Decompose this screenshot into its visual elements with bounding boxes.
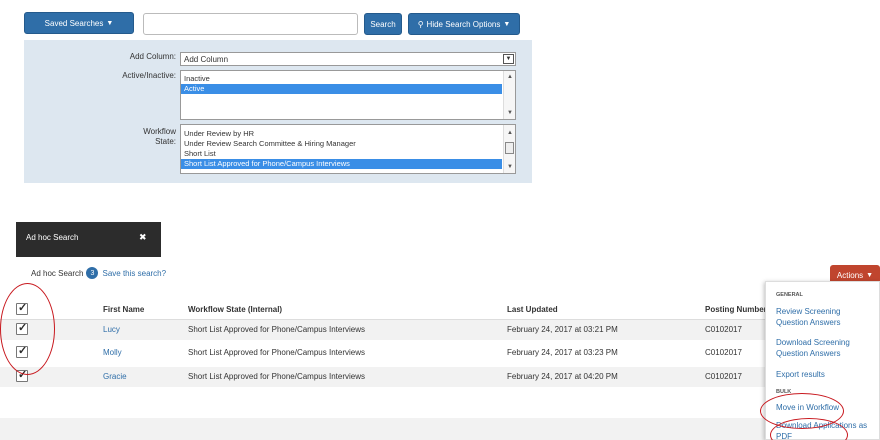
hide-search-options-button[interactable]: ⚲ Hide Search Options ▼ bbox=[408, 13, 520, 35]
annotation-circle-checkboxes bbox=[0, 283, 55, 375]
option-under-review-committee[interactable]: Under Review Search Committee & Hiring M… bbox=[181, 139, 502, 149]
first-name-link[interactable]: Molly bbox=[103, 343, 122, 363]
scroll-up-icon[interactable]: ▲ bbox=[504, 74, 516, 80]
option-short-list[interactable]: Short List bbox=[181, 149, 502, 159]
actions-label: Actions bbox=[836, 270, 864, 280]
option-active[interactable]: Active bbox=[181, 84, 502, 94]
menu-item-line: Question Answers bbox=[776, 318, 841, 327]
workflow-state-listbox[interactable]: Under Review by HR Under Review Search C… bbox=[180, 124, 516, 174]
column-header-posting-number[interactable]: Posting Number bbox=[705, 300, 767, 320]
workflow-state-cell: Short List Approved for Phone/Campus Int… bbox=[188, 348, 365, 357]
listbox-scrollbar[interactable]: ▲ ▼ bbox=[503, 125, 515, 173]
workflow-state-cell: Short List Approved for Phone/Campus Int… bbox=[188, 325, 365, 334]
scroll-down-icon[interactable]: ▼ bbox=[504, 164, 516, 170]
menu-item-download-screening[interactable]: Download Screening Question Answers bbox=[776, 337, 850, 359]
active-inactive-listbox[interactable]: Inactive Active ▲ ▼ bbox=[180, 70, 516, 120]
save-search-link[interactable]: Save this search? bbox=[102, 269, 166, 278]
search-button[interactable]: Search bbox=[364, 13, 402, 35]
page-footer-band bbox=[0, 418, 880, 440]
results-count-badge: 3 bbox=[86, 267, 99, 279]
table-row: ✓ Gracie Short List Approved for Phone/C… bbox=[0, 367, 880, 387]
last-updated-cell: February 24, 2017 at 04:20 PM bbox=[507, 372, 618, 381]
column-header-first-name[interactable]: First Name bbox=[103, 300, 144, 320]
saved-searches-button[interactable]: Saved Searches ▼ bbox=[24, 12, 134, 34]
posting-number-cell: C0102017 bbox=[705, 325, 742, 334]
menu-item-line: Review Screening bbox=[776, 307, 841, 316]
last-updated-cell: February 24, 2017 at 03:21 PM bbox=[507, 325, 618, 334]
column-header-last-updated[interactable]: Last Updated bbox=[507, 300, 558, 320]
add-column-select[interactable]: Add Column ▼ bbox=[180, 52, 516, 66]
ad-hoc-search-tab[interactable]: Ad hoc Search ✖ bbox=[16, 222, 161, 257]
workflow-label-line1: Workflow bbox=[143, 127, 176, 136]
chevron-down-icon: ▼ bbox=[106, 19, 114, 27]
menu-item-review-screening[interactable]: Review Screening Question Answers bbox=[776, 306, 840, 328]
menu-section-general: GENERAL bbox=[776, 292, 803, 298]
dropdown-arrow-icon: ▼ bbox=[503, 54, 514, 64]
results-header: Ad hoc Search 3 Save this search? bbox=[31, 266, 166, 280]
tab-title: Ad hoc Search bbox=[26, 233, 79, 242]
close-icon[interactable]: ✖ bbox=[139, 232, 147, 243]
scroll-up-icon[interactable]: ▲ bbox=[504, 130, 516, 136]
posting-number-cell: C0102017 bbox=[705, 348, 742, 357]
add-column-value: Add Column bbox=[184, 55, 229, 64]
option-short-list-approved[interactable]: Short List Approved for Phone/Campus Int… bbox=[181, 159, 502, 169]
search-button-label: Search bbox=[370, 19, 396, 29]
menu-item-export-results[interactable]: Export results bbox=[776, 369, 825, 380]
hide-search-options-label: Hide Search Options bbox=[426, 19, 501, 29]
option-inactive[interactable]: Inactive bbox=[181, 74, 502, 84]
workflow-state-label: Workflow State: bbox=[80, 127, 176, 147]
table-row: ✓ Lucy Short List Approved for Phone/Cam… bbox=[0, 320, 880, 340]
chevron-down-icon: ▼ bbox=[866, 271, 874, 279]
scroll-down-icon[interactable]: ▼ bbox=[504, 110, 516, 116]
magnifier-icon: ⚲ bbox=[417, 19, 424, 29]
menu-item-line: Download Screening bbox=[776, 338, 850, 347]
scroll-thumb[interactable] bbox=[505, 142, 514, 154]
results-title: Ad hoc Search bbox=[31, 268, 84, 278]
first-name-link[interactable]: Lucy bbox=[103, 320, 120, 340]
active-inactive-label: Active/Inactive: bbox=[122, 71, 176, 80]
workflow-label-line2: State: bbox=[155, 137, 176, 146]
listbox-scrollbar[interactable]: ▲ ▼ bbox=[503, 71, 515, 119]
saved-searches-label: Saved Searches bbox=[44, 18, 104, 28]
column-header-workflow-state[interactable]: Workflow State (Internal) bbox=[188, 300, 282, 320]
first-name-link[interactable]: Gracie bbox=[103, 367, 127, 387]
table-row: ✓ Molly Short List Approved for Phone/Ca… bbox=[0, 343, 880, 363]
workflow-state-cell: Short List Approved for Phone/Campus Int… bbox=[188, 372, 365, 381]
menu-item-line: Question Answers bbox=[776, 349, 841, 358]
chevron-down-icon: ▼ bbox=[503, 20, 511, 28]
posting-number-cell: C0102017 bbox=[705, 372, 742, 381]
add-column-label: Add Column: bbox=[129, 52, 176, 61]
option-under-review-hr[interactable]: Under Review by HR bbox=[181, 129, 502, 139]
search-input[interactable] bbox=[143, 13, 358, 35]
table-header-row: ✓ First Name Workflow State (Internal) L… bbox=[0, 300, 880, 320]
last-updated-cell: February 24, 2017 at 03:23 PM bbox=[507, 348, 618, 357]
